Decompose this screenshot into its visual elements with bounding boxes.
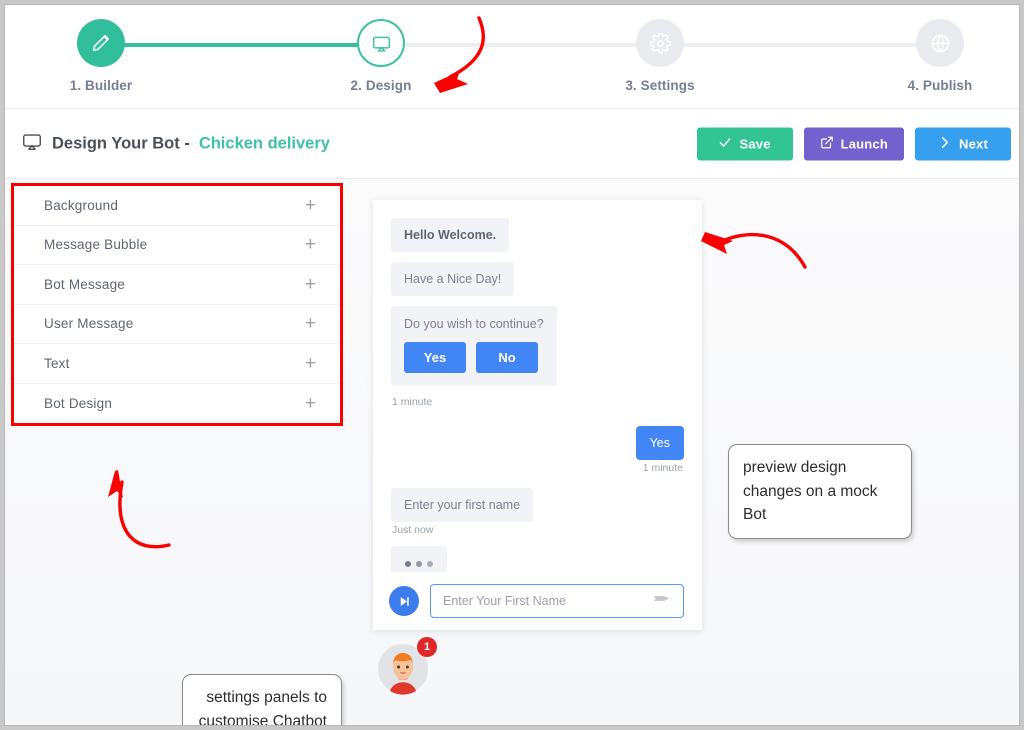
settings-row-message-bubble[interactable]: Message Bubble +: [14, 226, 340, 265]
plus-icon[interactable]: +: [305, 354, 316, 373]
plus-icon[interactable]: +: [305, 314, 316, 333]
user-bubble-text: Yes: [635, 426, 684, 460]
step-builder-circle: [77, 19, 125, 67]
plus-icon[interactable]: +: [305, 275, 316, 294]
step-publish-label: 4. Publish: [907, 78, 973, 93]
step-settings-label: 3. Settings: [625, 78, 695, 93]
pencil-icon: [90, 32, 112, 54]
settings-row-label: User Message: [44, 316, 134, 332]
callout-settings: settings panels to customise Chatbot des…: [182, 674, 342, 725]
gear-icon: [649, 32, 671, 54]
chat-message-user-reply: Yes: [391, 426, 684, 460]
bot-bubble-text: Have a Nice Day!: [391, 262, 515, 296]
globe-icon: [930, 33, 951, 54]
step-builder[interactable]: 1. Builder: [31, 19, 171, 93]
chat-message-nice-day: Have a Nice Day!: [391, 262, 684, 296]
bot-bubble-text: Hello Welcome.: [391, 218, 510, 252]
chat-message-choices: Do you wish to continue? Yes No: [391, 306, 684, 386]
wizard-stepper: 1. Builder 2. Design 3. Settings 4. Publ…: [5, 5, 1019, 109]
plus-icon[interactable]: +: [305, 394, 316, 413]
launch-button-label: Launch: [840, 136, 888, 151]
chat-message-welcome: Hello Welcome.: [391, 218, 684, 252]
next-button-label: Next: [959, 136, 988, 151]
settings-row-text[interactable]: Text +: [14, 344, 340, 384]
chat-preview-card: Hello Welcome. Have a Nice Day! Do you w…: [373, 200, 702, 630]
design-workspace: Background + Message Bubble + Bot Messag…: [5, 179, 1019, 725]
choice-no-button[interactable]: No: [476, 342, 538, 373]
settings-row-label: Bot Design: [44, 395, 113, 411]
external-link-icon: [820, 135, 834, 152]
timestamp-prompt: Just now: [392, 524, 434, 536]
send-icon[interactable]: [652, 589, 671, 613]
timestamp-user: 1 minute: [642, 462, 683, 474]
choice-bubble: Do you wish to continue? Yes No: [391, 306, 557, 386]
chat-input-wrapper[interactable]: [430, 584, 684, 618]
plus-icon[interactable]: +: [305, 235, 316, 254]
page-title-text: Design Your Bot -: [52, 134, 190, 152]
bot-bubble-text: Enter your first name: [391, 488, 534, 522]
launch-button[interactable]: Launch: [803, 127, 904, 160]
header-actions: Save Launch Next: [696, 127, 1011, 160]
settings-row-label: Message Bubble: [44, 237, 148, 253]
step-settings[interactable]: 3. Settings: [590, 19, 730, 93]
step-design-label: 2. Design: [350, 78, 412, 93]
settings-row-label: Bot Message: [44, 276, 125, 292]
step-publish-circle: [916, 19, 964, 67]
page-title: Design Your Bot - Chicken delivery: [21, 130, 330, 157]
settings-row-bot-design[interactable]: Bot Design +: [14, 384, 340, 424]
chevron-right-icon: [938, 135, 952, 152]
next-button[interactable]: Next: [915, 127, 1011, 160]
settings-row-bot-message[interactable]: Bot Message +: [14, 265, 340, 305]
chat-message-prompt-name: Enter your first name: [391, 488, 684, 522]
bot-avatar-icon: [377, 644, 429, 699]
choice-question: Do you wish to continue?: [404, 317, 544, 331]
choice-yes-button[interactable]: Yes: [404, 342, 466, 373]
avatar-badge: 1: [417, 637, 437, 657]
settings-row-label: Text: [44, 355, 70, 371]
save-button-label: Save: [739, 136, 771, 151]
page-header: Design Your Bot - Chicken delivery Save …: [5, 109, 1019, 179]
check-icon: [718, 135, 732, 152]
timestamp-choice: 1 minute: [392, 396, 433, 408]
settings-row-user-message[interactable]: User Message +: [14, 305, 340, 344]
callout-preview: preview design changes on a mock Bot: [728, 444, 912, 539]
skip-next-icon[interactable]: [389, 586, 419, 616]
step-publish[interactable]: 4. Publish: [870, 19, 1010, 93]
chat-message-list[interactable]: Hello Welcome. Have a Nice Day! Do you w…: [373, 200, 702, 596]
settings-row-label: Background: [44, 197, 119, 213]
monitor-icon: [21, 130, 43, 157]
chat-composer: [373, 572, 702, 630]
monitor-icon: [371, 33, 392, 54]
plus-icon[interactable]: +: [305, 196, 316, 215]
app-window: 1. Builder 2. Design 3. Settings 4. Publ…: [4, 4, 1020, 726]
save-button[interactable]: Save: [696, 127, 793, 160]
settings-panel: Background + Message Bubble + Bot Messag…: [11, 183, 343, 426]
step-builder-label: 1. Builder: [69, 78, 133, 93]
choice-buttons: Yes No: [404, 342, 544, 373]
step-design[interactable]: 2. Design: [311, 19, 451, 93]
step-settings-circle: [636, 19, 684, 67]
chat-input[interactable]: [443, 594, 652, 608]
settings-row-background[interactable]: Background +: [14, 186, 340, 226]
bot-avatar[interactable]: 1: [377, 637, 437, 695]
step-design-circle: [357, 19, 405, 67]
bot-name: Chicken delivery: [198, 134, 330, 152]
